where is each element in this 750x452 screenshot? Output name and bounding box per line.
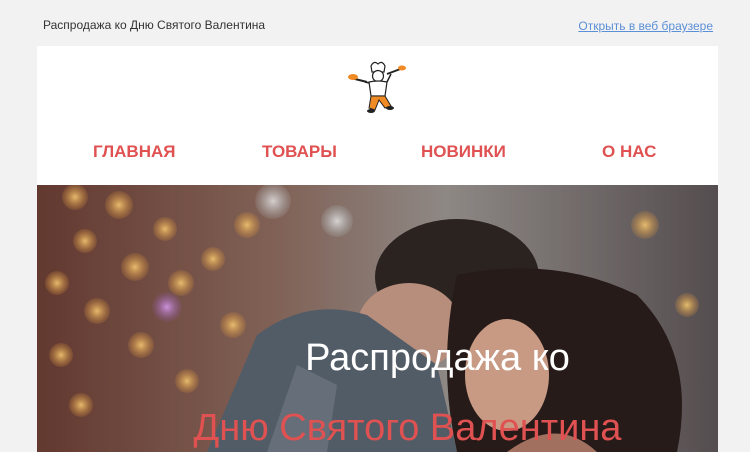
logo[interactable] <box>347 60 407 116</box>
email-body: ГЛАВНАЯ ТОВАРЫ НОВИНКИ О НАС Распродажа … <box>37 46 718 452</box>
preheader-title: Распродажа ко Дню Святого Валентина <box>43 18 266 32</box>
hero-heading-line2: Дню Святого Валентина <box>193 407 622 449</box>
chef-mascot-icon <box>348 61 406 113</box>
hero-heading-line1: Распродажа ко <box>305 337 570 379</box>
open-in-browser-link[interactable]: Открыть в веб браузере <box>578 19 713 33</box>
nav-item-products[interactable]: ТОВАРЫ <box>262 142 337 162</box>
nav-item-home[interactable]: ГЛАВНАЯ <box>93 142 175 162</box>
nav-item-about[interactable]: О НАС <box>602 142 656 162</box>
hero-banner[interactable]: Распродажа ко Дню Святого Валентина <box>37 185 718 452</box>
nav-item-new[interactable]: НОВИНКИ <box>421 142 506 162</box>
main-nav: ГЛАВНАЯ ТОВАРЫ НОВИНКИ О НАС <box>37 142 718 170</box>
preheader-bar: Распродажа ко Дню Святого Валентина Откр… <box>0 0 750 46</box>
